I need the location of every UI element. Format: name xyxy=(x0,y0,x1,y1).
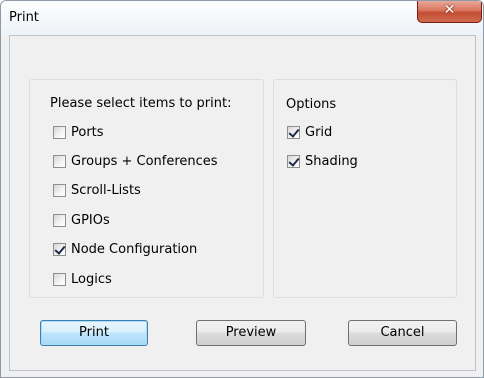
checkbox-box[interactable] xyxy=(53,154,66,168)
preview-button[interactable]: Preview xyxy=(196,320,306,346)
checkbox-box[interactable] xyxy=(287,154,300,168)
checkbox-label: Grid xyxy=(305,124,333,140)
checkbox-grid[interactable]: Grid xyxy=(287,123,332,141)
checkbox-label: Logics xyxy=(71,271,112,287)
options-group-heading: Options xyxy=(286,97,337,112)
checkbox-label: GPIOs xyxy=(71,212,110,228)
checkbox-box[interactable] xyxy=(53,183,66,197)
checkbox-label: Scroll-Lists xyxy=(71,182,141,198)
checkbox-label: Ports xyxy=(71,124,104,140)
checkbox-box[interactable] xyxy=(53,213,66,227)
checkbox-scroll-lists[interactable]: Scroll-Lists xyxy=(53,181,141,199)
checkbox-box[interactable] xyxy=(53,125,66,139)
title-bar[interactable]: Print ✕ xyxy=(1,1,483,35)
checkbox-node-configuration[interactable]: Node Configuration xyxy=(53,240,197,258)
checkbox-label: Groups + Conferences xyxy=(71,153,218,169)
checkbox-shading[interactable]: Shading xyxy=(287,152,358,170)
checkbox-box[interactable] xyxy=(287,125,300,139)
checkbox-label: Node Configuration xyxy=(71,241,198,257)
checkbox-box[interactable] xyxy=(53,242,66,256)
checkbox-box[interactable] xyxy=(53,272,66,286)
close-button[interactable]: ✕ xyxy=(417,1,482,23)
print-button[interactable]: Print xyxy=(40,320,148,346)
close-icon: ✕ xyxy=(443,2,456,18)
items-group-heading: Please select items to print: xyxy=(50,96,232,111)
checkbox-groups-conferences[interactable]: Groups + Conferences xyxy=(53,152,218,170)
checkbox-label: Shading xyxy=(305,153,358,169)
checkbox-ports[interactable]: Ports xyxy=(53,123,104,141)
cancel-button[interactable]: Cancel xyxy=(348,320,457,346)
print-dialog: Print ✕ Please select items to print: Po… xyxy=(0,0,484,378)
checkbox-gpios[interactable]: GPIOs xyxy=(53,211,110,229)
window-title: Print xyxy=(9,10,39,25)
checkbox-logics[interactable]: Logics xyxy=(53,270,112,288)
